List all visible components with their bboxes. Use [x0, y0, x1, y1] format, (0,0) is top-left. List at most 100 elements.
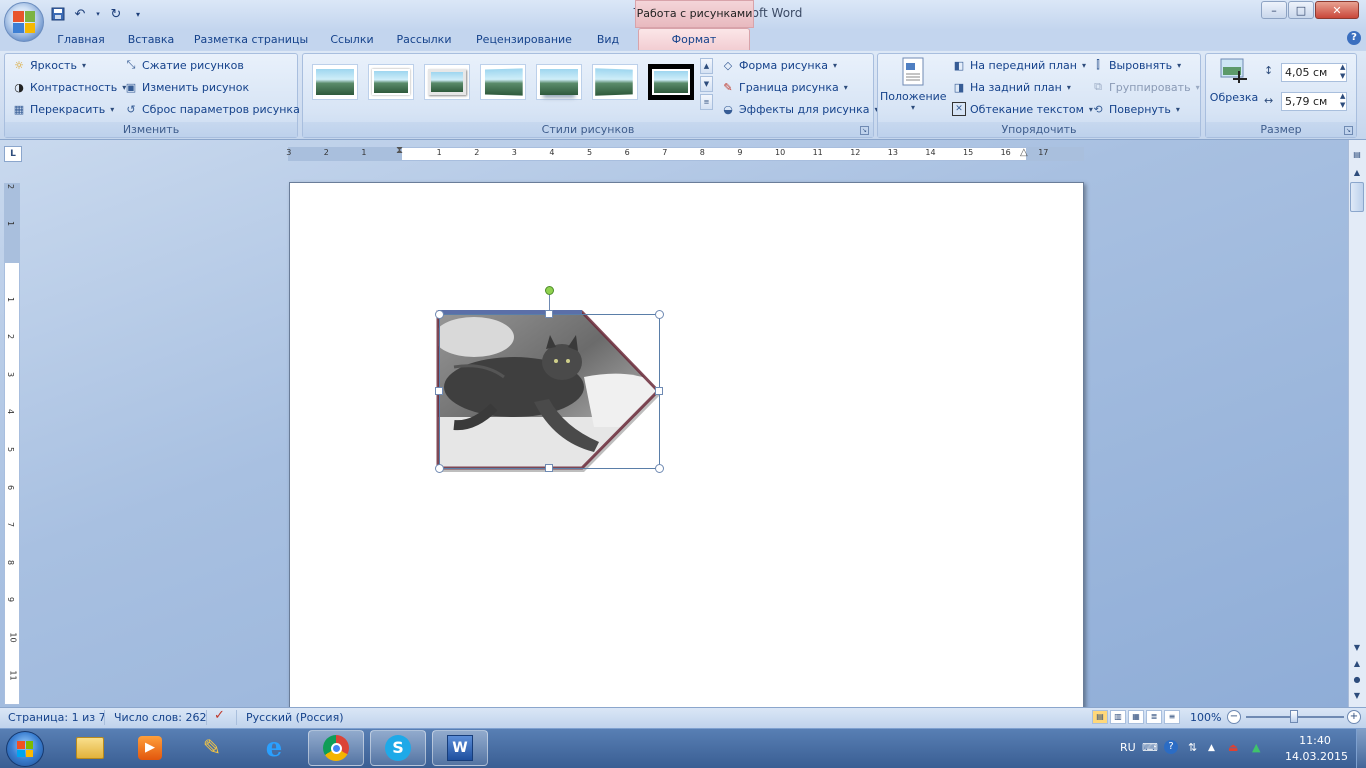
select-browse-object-icon[interactable]: ●: [1350, 673, 1364, 686]
gallery-down-icon[interactable]: ▼: [700, 76, 713, 92]
minimize-button[interactable]: –: [1261, 1, 1287, 19]
scroll-down-icon[interactable]: ▼: [1350, 641, 1364, 654]
crop-button[interactable]: Обрезка: [1209, 56, 1259, 116]
media-player-taskbar-button[interactable]: ▶: [122, 730, 178, 766]
document-page[interactable]: [289, 182, 1084, 712]
scrollbar-thumb[interactable]: [1350, 182, 1364, 212]
resize-handle-bottom-right[interactable]: [655, 464, 664, 473]
start-button[interactable]: [6, 731, 44, 767]
rotate-handle[interactable]: [545, 286, 554, 295]
resize-handle-top-right[interactable]: [655, 310, 664, 319]
text-wrapping-label: Обтекание текстом: [970, 102, 1084, 116]
tab-references[interactable]: Ссылки: [326, 30, 378, 51]
height-input[interactable]: 4,05 см: [1281, 63, 1347, 82]
picture-style-3[interactable]: [424, 64, 470, 100]
brightness-button[interactable]: ☼ Яркость ▾: [12, 56, 86, 74]
draft-view-icon[interactable]: ≡: [1164, 710, 1180, 724]
page-count[interactable]: Страница: 1 из 7: [8, 711, 106, 725]
close-button[interactable]: ✕: [1315, 1, 1359, 19]
align-button[interactable]: ⫿ Выровнять ▾: [1091, 56, 1181, 74]
picture-border-button[interactable]: ✎ Граница рисунка ▾: [721, 78, 847, 96]
show-desktop-button[interactable]: [1356, 729, 1366, 768]
proofing-icon[interactable]: ✓: [214, 709, 225, 723]
size-dialog-launcher-icon[interactable]: ↘: [1344, 126, 1353, 135]
chrome-taskbar-button[interactable]: [308, 730, 364, 766]
reset-picture-button[interactable]: ↺ Сброс параметров рисунка: [124, 100, 299, 118]
resize-handle-bottom-left[interactable]: [435, 464, 444, 473]
picture-style-5[interactable]: [536, 64, 582, 100]
bring-to-front-button[interactable]: ◧ На передний план ▾: [952, 56, 1086, 74]
help-icon[interactable]: ?: [1347, 31, 1361, 45]
tab-review[interactable]: Рецензирование: [470, 30, 578, 51]
gallery-more-icon[interactable]: ≡: [700, 94, 713, 110]
internet-explorer-taskbar-button[interactable]: e: [246, 730, 302, 766]
zoom-level[interactable]: 100%: [1190, 711, 1221, 725]
keyboard-icon[interactable]: ⌨: [1142, 741, 1158, 754]
change-picture-button[interactable]: ▣ Изменить рисунок: [124, 78, 249, 96]
google-drive-icon[interactable]: ▲: [1252, 741, 1260, 754]
zoom-out-icon[interactable]: −: [1227, 710, 1241, 724]
group-button[interactable]: ⧉ Группировать ▾: [1091, 78, 1200, 96]
compress-pictures-button[interactable]: ⤡ Сжатие рисунков: [124, 56, 244, 74]
gallery-up-icon[interactable]: ▲: [700, 58, 713, 74]
recolor-button[interactable]: ▦ Перекрасить ▾: [12, 100, 114, 118]
zoom-slider-thumb[interactable]: [1290, 710, 1298, 723]
tab-view[interactable]: Вид: [590, 30, 626, 51]
resize-handle-top-left[interactable]: [435, 310, 444, 319]
resize-handle-bottom[interactable]: [545, 464, 553, 472]
scroll-up-icon[interactable]: ▲: [1350, 166, 1364, 179]
outline-view-icon[interactable]: ≣: [1146, 710, 1162, 724]
rotate-button[interactable]: ⟲ Повернуть ▾: [1091, 100, 1179, 118]
ruler-toggle-icon[interactable]: ▤: [1350, 148, 1364, 161]
tab-format[interactable]: Формат: [638, 28, 750, 51]
maximize-button[interactable]: □: [1288, 1, 1314, 19]
width-spinner-icon[interactable]: ▲ ▼: [1340, 92, 1345, 110]
position-button[interactable]: Положение ▾: [880, 56, 947, 118]
safely-remove-icon[interactable]: ⏏: [1228, 741, 1238, 754]
explorer-taskbar-button[interactable]: [62, 730, 118, 766]
tab-insert[interactable]: Вставка: [122, 30, 180, 51]
width-input[interactable]: 5,79 см: [1281, 92, 1347, 111]
picture-style-4[interactable]: [480, 64, 526, 100]
next-page-icon[interactable]: ▼: [1350, 689, 1364, 702]
skype-taskbar-button[interactable]: S: [370, 730, 426, 766]
language-bar-options-icon[interactable]: ⇅: [1188, 741, 1197, 754]
contrast-button[interactable]: ◑ Контрастность ▾: [12, 78, 126, 96]
send-to-back-button[interactable]: ◨ На задний план ▾: [952, 78, 1071, 96]
word-taskbar-button[interactable]: W: [432, 730, 488, 766]
picture-effects-button[interactable]: ◒ Эффекты для рисунка▾: [721, 100, 878, 118]
picture-style-7[interactable]: [648, 64, 694, 100]
resize-handle-top[interactable]: [545, 310, 553, 318]
vertical-scrollbar[interactable]: [1348, 140, 1366, 707]
tab-home[interactable]: Главная: [52, 30, 110, 51]
input-language[interactable]: RU: [1120, 741, 1136, 754]
right-indent-marker-icon[interactable]: △: [1020, 147, 1028, 158]
resize-handle-left[interactable]: [435, 387, 443, 395]
styles-dialog-launcher-icon[interactable]: ↘: [860, 126, 869, 135]
zoom-in-icon[interactable]: +: [1347, 710, 1361, 724]
clock-date[interactable]: 14.03.2015: [1285, 750, 1348, 763]
picture-style-6[interactable]: [592, 64, 638, 100]
office-button[interactable]: [4, 2, 44, 42]
previous-page-icon[interactable]: ▲: [1350, 657, 1364, 670]
web-layout-icon[interactable]: ▦: [1128, 710, 1144, 724]
height-spinner-icon[interactable]: ▲ ▼: [1340, 63, 1345, 81]
ruler-number: 2: [6, 183, 16, 189]
picture-shape-button[interactable]: ◇ Форма рисунка ▾: [721, 56, 837, 74]
tab-mailings[interactable]: Рассылки: [392, 30, 456, 51]
print-layout-view-icon[interactable]: ▤: [1092, 710, 1108, 724]
indent-marker-icon[interactable]: ⧗: [396, 145, 403, 156]
picture-style-2[interactable]: [368, 64, 414, 100]
full-screen-reading-icon[interactable]: ▥: [1110, 710, 1126, 724]
paint-taskbar-button[interactable]: ✎: [184, 730, 240, 766]
tab-selector-icon[interactable]: L: [4, 146, 22, 162]
tab-page-layout[interactable]: Разметка страницы: [192, 30, 310, 51]
show-hidden-icons-icon[interactable]: ▲: [1208, 743, 1215, 753]
picture-style-1[interactable]: [312, 64, 358, 100]
language-status[interactable]: Русский (Россия): [246, 711, 344, 725]
help-tray-icon[interactable]: ?: [1164, 740, 1178, 754]
resize-handle-right[interactable]: [655, 387, 663, 395]
word-count[interactable]: Число слов: 262: [114, 711, 207, 725]
text-wrapping-button[interactable]: ✕ Обтекание текстом ▾: [952, 100, 1093, 118]
clock-time[interactable]: 11:40: [1297, 734, 1333, 747]
